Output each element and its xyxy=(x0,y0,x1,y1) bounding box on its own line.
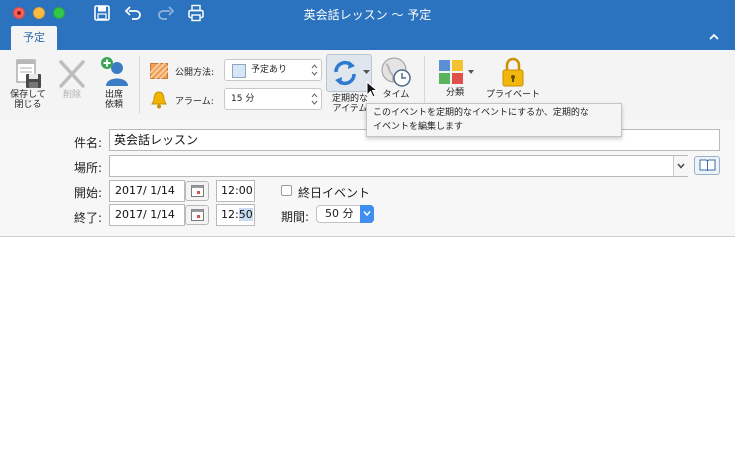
chevron-down-icon xyxy=(363,211,371,217)
recurrence-dropdown-icon xyxy=(363,70,370,74)
save-and-close-button[interactable]: 保存して 閉じる xyxy=(7,58,49,110)
start-label: 開始: xyxy=(73,186,102,200)
start-date-picker-button[interactable] xyxy=(185,181,209,201)
time-zones-button[interactable]: タイム xyxy=(378,56,414,100)
show-as-label: 公開方法: xyxy=(175,68,215,78)
all-day-label: 終日イベント xyxy=(298,186,371,200)
appointment-form: 件名: 英会話レッスン 場所: 開始: 2017/ 1/14 12:00 終日イ… xyxy=(0,120,735,237)
room-finder-button[interactable] xyxy=(694,156,720,175)
save-close-icon xyxy=(16,59,41,88)
end-date-picker-button[interactable] xyxy=(185,205,209,225)
show-as-value: 予定あり xyxy=(251,65,288,75)
title-bar: 英会話レッスン 〜 予定 xyxy=(0,0,735,26)
address-book-icon xyxy=(699,159,716,172)
start-time-input[interactable]: 12:00 xyxy=(216,180,255,202)
location-label: 場所: xyxy=(73,161,102,175)
bell-icon xyxy=(151,91,167,109)
duration-label: 期間: xyxy=(281,210,310,224)
time-zones-icon xyxy=(381,57,411,87)
calendar-icon xyxy=(191,209,204,221)
lock-icon xyxy=(502,57,524,87)
save-close-label-2: 閉じる xyxy=(14,100,42,110)
all-day-checkbox[interactable] xyxy=(281,185,292,196)
save-close-label-1: 保存して xyxy=(10,90,46,100)
location-input[interactable] xyxy=(109,155,688,177)
end-time-minutes-selected: 50 xyxy=(238,208,253,221)
ribbon-separator xyxy=(139,56,140,114)
reminder-stepper-icon xyxy=(311,93,318,105)
duration-select[interactable]: 50 分 xyxy=(316,205,374,223)
show-as-swatch xyxy=(232,64,246,78)
tooltip-line-1: このイベントを定期的なイベントにするか、定期的な xyxy=(373,108,589,118)
delete-button[interactable]: 削除 xyxy=(56,58,88,100)
categorize-button[interactable]: 分類 xyxy=(434,58,476,98)
location-dropdown-button[interactable] xyxy=(673,156,688,176)
show-as-select[interactable]: 予定あり xyxy=(224,59,322,81)
delete-label: 削除 xyxy=(62,90,81,100)
mouse-cursor-icon xyxy=(366,81,378,98)
private-button[interactable]: プライベート xyxy=(482,56,544,100)
invite-attendees-button[interactable]: 出席 依頼 xyxy=(96,56,132,110)
categorize-icon xyxy=(439,60,474,84)
tab-appointment[interactable]: 予定 xyxy=(11,26,57,50)
reminder-select[interactable]: 15 分 xyxy=(224,88,322,110)
end-time-hour: 12: xyxy=(221,208,239,221)
time-zones-label: タイム xyxy=(382,90,410,100)
subject-label: 件名: xyxy=(73,136,102,150)
recurrence-label-1: 定期的な xyxy=(331,94,368,104)
duration-dropdown-button[interactable] xyxy=(360,205,374,223)
collapse-ribbon-icon[interactable] xyxy=(707,30,721,44)
categorize-label: 分類 xyxy=(445,88,464,98)
invite-attendees-icon xyxy=(101,57,128,86)
recurrence-label-2: アイテム xyxy=(332,104,368,114)
calendar-icon xyxy=(191,185,204,197)
notes-body[interactable] xyxy=(0,237,735,450)
invite-label-1: 出席 xyxy=(104,90,123,100)
end-time-input[interactable]: 12:50 xyxy=(216,204,255,226)
tooltip-line-2: イベントを編集します xyxy=(373,122,464,132)
private-label: プライベート xyxy=(485,90,540,100)
duration-value: 50 分 xyxy=(325,207,354,220)
invite-label-2: 依頼 xyxy=(104,100,123,110)
show-as-pattern-icon xyxy=(150,63,168,79)
show-as-stepper-icon xyxy=(311,64,318,76)
ribbon-tab-row: 予定 xyxy=(0,26,735,50)
end-label: 終了: xyxy=(73,211,102,225)
chevron-down-icon xyxy=(677,163,685,169)
start-date-input[interactable]: 2017/ 1/14 xyxy=(109,180,185,202)
recurrence-tooltip: このイベントを定期的なイベントにするか、定期的な イベントを編集します xyxy=(366,103,622,137)
reminder-label: アラーム: xyxy=(175,97,214,107)
recurrence-icon xyxy=(334,60,356,86)
reminder-value: 15 分 xyxy=(231,94,255,104)
delete-x-icon xyxy=(59,60,85,88)
end-date-input[interactable]: 2017/ 1/14 xyxy=(109,204,185,226)
window-title: 英会話レッスン 〜 予定 xyxy=(303,8,432,22)
